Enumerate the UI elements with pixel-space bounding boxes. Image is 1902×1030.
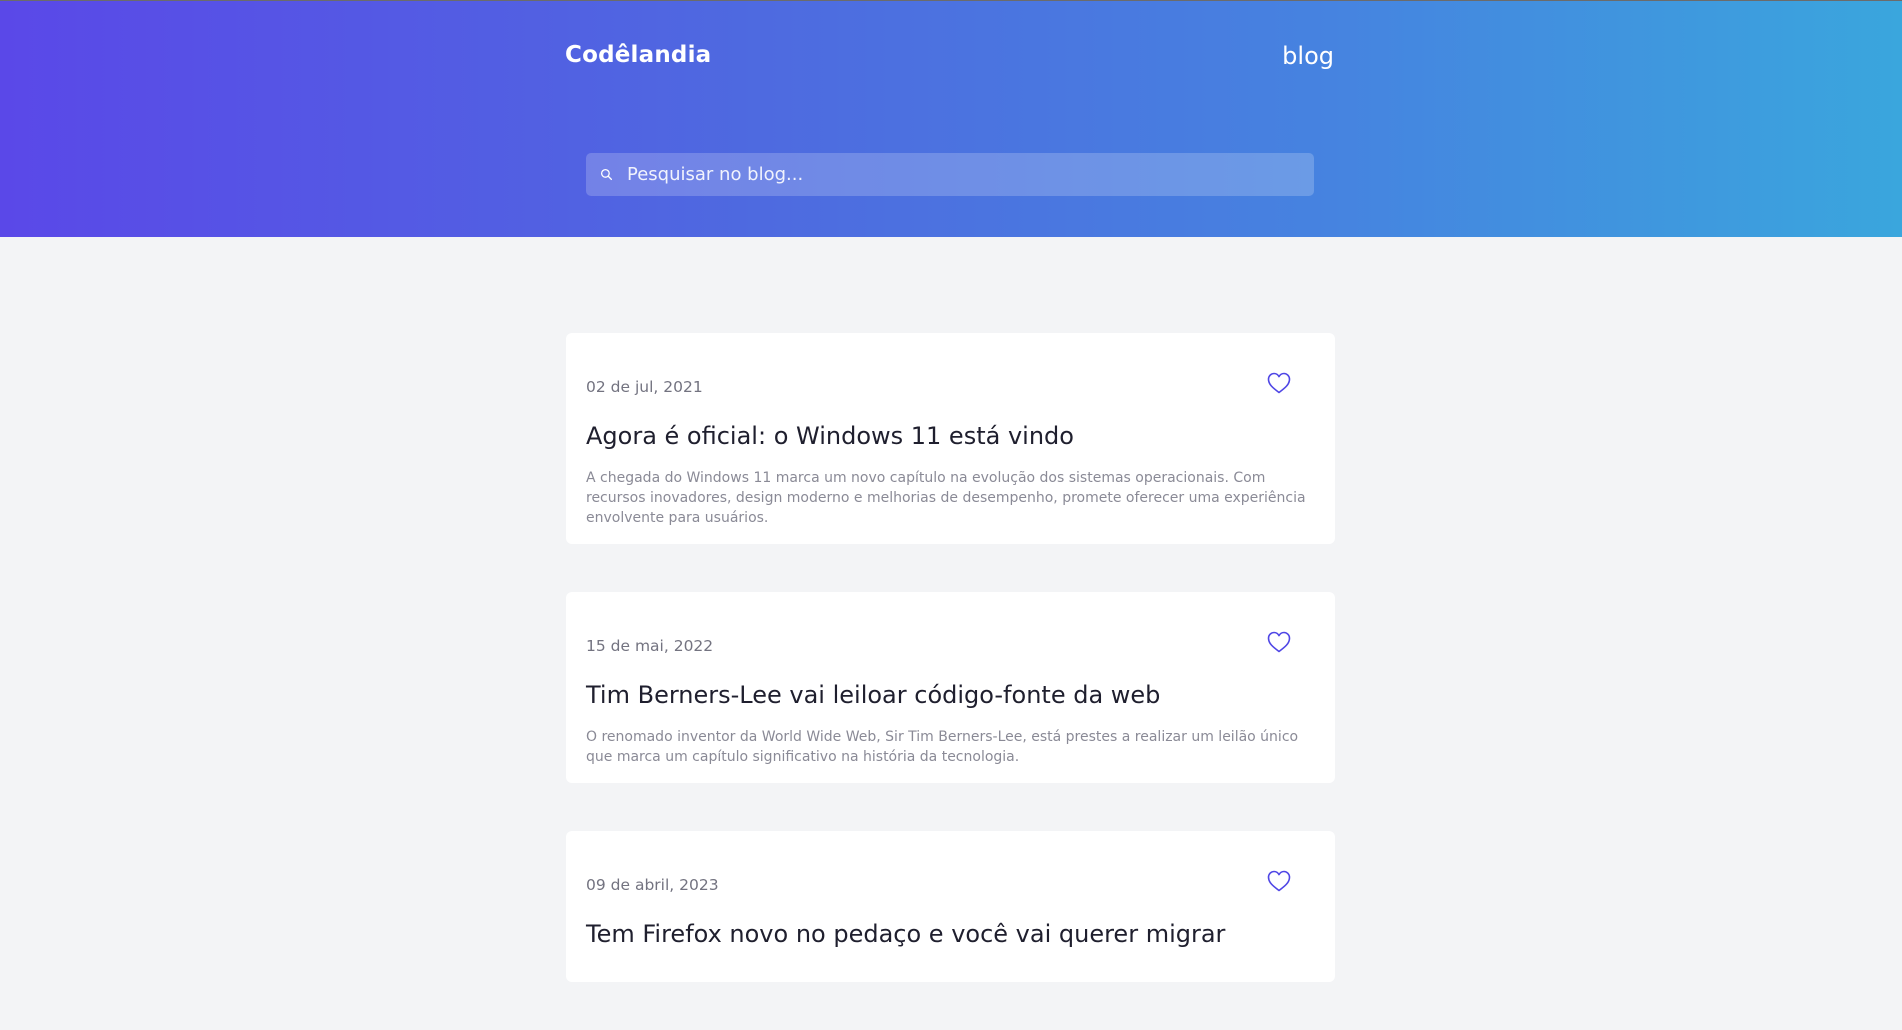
post-card[interactable]: 15 de mai, 2022 Tim Berners-Lee vai leil…: [566, 592, 1335, 783]
search-input[interactable]: [625, 153, 1314, 196]
post-date: 02 de jul, 2021: [586, 378, 703, 396]
post-excerpt: O renomado inventor da World Wide Web, S…: [586, 729, 1299, 765]
search-bar[interactable]: [586, 153, 1314, 196]
post-date: 09 de abril, 2023: [586, 876, 719, 894]
post-list: 02 de jul, 2021 Agora é oficial: o Windo…: [566, 333, 1335, 1030]
heart-icon[interactable]: [1267, 372, 1291, 394]
post-title[interactable]: Tem Firefox novo no pedaço e você vai qu…: [586, 919, 1315, 949]
brand-logo[interactable]: Codêlandia: [565, 42, 711, 68]
post-date: 15 de mai, 2022: [586, 637, 714, 655]
top-border: [0, 0, 1902, 1]
heart-icon[interactable]: [1267, 870, 1291, 892]
search-icon: [599, 168, 613, 182]
post-card[interactable]: 09 de abril, 2023 Tem Firefox novo no pe…: [566, 831, 1335, 982]
post-title[interactable]: Agora é oficial: o Windows 11 está vindo: [586, 421, 1315, 451]
post-title[interactable]: Tim Berners-Lee vai leiloar código-fonte…: [586, 680, 1315, 710]
post-card[interactable]: 02 de jul, 2021 Agora é oficial: o Windo…: [566, 333, 1335, 544]
page-header: Codêlandia blog: [0, 0, 1902, 237]
nav-link-blog[interactable]: blog: [1282, 42, 1334, 70]
heart-icon[interactable]: [1267, 631, 1291, 653]
post-excerpt: A chegada do Windows 11 marca um novo ca…: [586, 470, 1306, 526]
